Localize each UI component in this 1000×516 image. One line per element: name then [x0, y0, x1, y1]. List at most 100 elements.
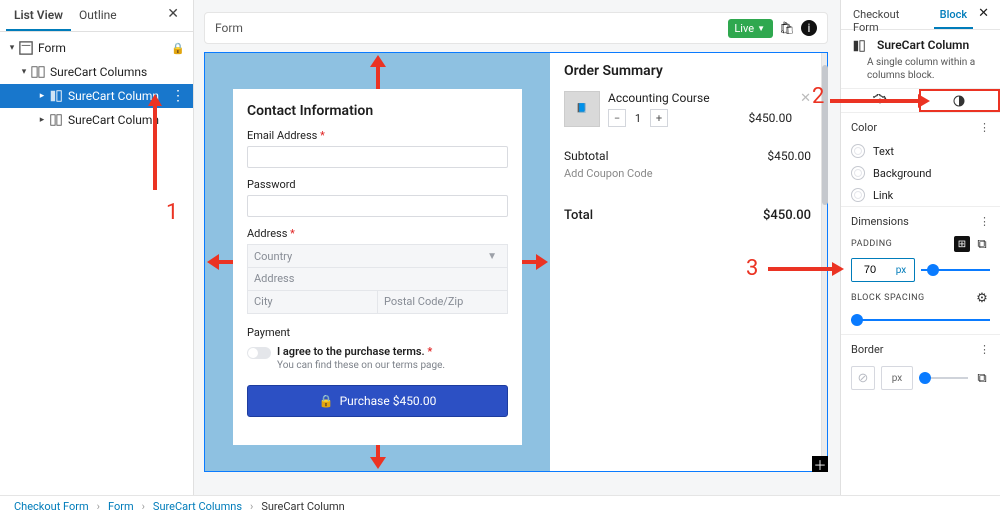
tree-node-column[interactable]: ▸ SureCart Column [0, 108, 193, 132]
email-field[interactable] [247, 146, 508, 168]
agree-terms-row[interactable]: I agree to the purchase terms. * You can… [247, 345, 508, 371]
block-toolbar-title: Form [215, 21, 243, 35]
payment-label: Payment [247, 326, 508, 339]
add-coupon-link[interactable]: Add Coupon Code [564, 167, 811, 180]
country-select[interactable]: Country ▼ [247, 244, 508, 268]
padding-input[interactable]: px [851, 258, 915, 282]
annotation-arrow [768, 262, 844, 276]
password-field[interactable] [247, 195, 508, 217]
subtotal-value: $450.00 [767, 149, 811, 163]
address-field[interactable]: Address [247, 267, 508, 291]
chevron-down-icon: ▼ [757, 24, 765, 33]
annotation-number: 2 [812, 84, 824, 109]
padding-control[interactable]: px [841, 254, 1000, 288]
block-spacing-control[interactable] [841, 308, 1000, 334]
close-icon[interactable]: ✕ [159, 0, 187, 31]
editor-canvas[interactable]: Contact Information Email Address * Pass… [204, 52, 828, 472]
purchase-button[interactable]: 🔒 Purchase $450.00 [247, 385, 508, 417]
more-options-icon[interactable]: ⋮ [979, 215, 990, 228]
summary-item: 📘 Accounting Course − 1 + $450.00 ✕ [564, 91, 811, 127]
styles-tab-icon[interactable] [919, 89, 1000, 112]
total-value: $450.00 [763, 208, 811, 223]
color-swatch [851, 144, 865, 158]
border-slider[interactable] [919, 370, 968, 386]
link-icon[interactable]: ⧉ [974, 370, 990, 386]
tab-outline[interactable]: Outline [71, 0, 125, 31]
tab-list-view[interactable]: List View [6, 0, 71, 31]
tab-block[interactable]: Block [934, 2, 973, 29]
columns-icon [30, 64, 46, 80]
qty-value: 1 [626, 112, 650, 125]
more-options-icon[interactable]: ⋮ [979, 121, 990, 134]
block-spacing-slider[interactable] [851, 312, 990, 328]
tree-node-label: Form [38, 41, 66, 55]
border-section-heading: Border ⋮ [841, 334, 1000, 362]
add-block-button[interactable]: ＋ [812, 456, 828, 472]
color-swatch [851, 166, 865, 180]
lock-icon: 🔒 [319, 394, 334, 408]
color-section-heading: Color ⋮ [841, 112, 1000, 140]
annotation-arrow [830, 94, 930, 108]
padding-value-input[interactable] [852, 259, 888, 281]
agree-text: I agree to the purchase terms. * [277, 345, 445, 358]
form-icon [18, 40, 34, 56]
tree-node-label: SureCart Column [68, 113, 159, 127]
color-background-row[interactable]: Background [841, 162, 1000, 184]
breadcrumb-item-current: SureCart Column [261, 500, 344, 513]
subtotal-label: Subtotal [564, 149, 609, 163]
padding-sides-icon[interactable]: ⊞ [954, 236, 970, 252]
padding-slider[interactable] [921, 262, 990, 278]
quantity-stepper[interactable]: − 1 + $450.00 [608, 109, 792, 127]
qty-plus-button[interactable]: + [650, 109, 668, 127]
remove-item-button[interactable]: ✕ [800, 91, 811, 106]
tree-node-form[interactable]: ▾ Form 🔒 [0, 36, 193, 60]
more-options-icon[interactable]: ⋮ [171, 88, 185, 104]
live-status-badge[interactable]: Live ▼ [728, 19, 773, 38]
item-price: $450.00 [748, 111, 792, 125]
agree-toggle[interactable] [247, 347, 271, 359]
color-text-row[interactable]: Text [841, 140, 1000, 162]
email-label: Email Address * [247, 129, 508, 142]
total-row: Total $450.00 [564, 208, 811, 223]
tree-node-columns[interactable]: ▾ SureCart Columns [0, 60, 193, 84]
block-description: A single column within a columns block. [841, 56, 1000, 88]
tree-node-label: SureCart Columns [50, 65, 147, 79]
block-title: SureCart Column [877, 38, 969, 54]
total-label: Total [564, 208, 593, 223]
contact-info-heading: Contact Information [247, 103, 508, 119]
block-spacing-row: BLOCK SPACING ⚙ [841, 288, 1000, 308]
tree-node-label: SureCart Column [68, 89, 159, 103]
border-control[interactable]: ⊘ px ⧉ [841, 362, 1000, 394]
inspector-panel: Checkout Form Block ✕ SureCart Column A … [840, 0, 1000, 495]
tab-checkout-form[interactable]: Checkout Form [847, 2, 934, 29]
link-icon[interactable]: ⧉ [974, 236, 990, 252]
postal-field[interactable]: Postal Code/Zip [377, 290, 508, 314]
column-content: Contact Information Email Address * Pass… [233, 89, 522, 445]
editor-canvas-area: Form Live ▼ 🛍 i Contact Information E [194, 0, 840, 495]
padding-row: PADDING ⊞ ⧉ [841, 234, 1000, 254]
info-icon[interactable]: i [801, 20, 817, 36]
border-none-icon[interactable]: ⊘ [851, 366, 875, 390]
border-unit[interactable]: px [881, 366, 913, 390]
city-field[interactable]: City [247, 290, 378, 314]
settings-icon[interactable]: ⚙ [974, 290, 990, 306]
annotation-number: 1 [166, 200, 178, 225]
breadcrumb-item[interactable]: Form [108, 500, 134, 513]
password-label: Password [247, 178, 508, 191]
left-list-panel: List View Outline ✕ ▾ Form 🔒 ▾ SureCart … [0, 0, 194, 495]
cart-icon[interactable]: 🛍 [779, 20, 795, 36]
column-icon [851, 38, 867, 54]
padding-unit[interactable]: px [888, 259, 914, 281]
breadcrumb-item[interactable]: SureCart Columns [153, 500, 242, 513]
qty-minus-button[interactable]: − [608, 109, 626, 127]
breadcrumb-item[interactable]: Checkout Form [14, 500, 89, 513]
color-link-row[interactable]: Link [841, 184, 1000, 206]
chevron-down-icon: ▼ [487, 251, 501, 262]
column-icon [48, 112, 64, 128]
close-icon[interactable]: ✕ [973, 2, 994, 29]
more-options-icon[interactable]: ⋮ [979, 343, 990, 356]
tree-node-column-selected[interactable]: ▸ SureCart Column ⋮ [0, 84, 193, 108]
lock-icon: 🔒 [171, 42, 185, 55]
selected-column[interactable]: Contact Information Email Address * Pass… [205, 53, 550, 471]
purchase-button-label: Purchase $450.00 [340, 394, 437, 408]
